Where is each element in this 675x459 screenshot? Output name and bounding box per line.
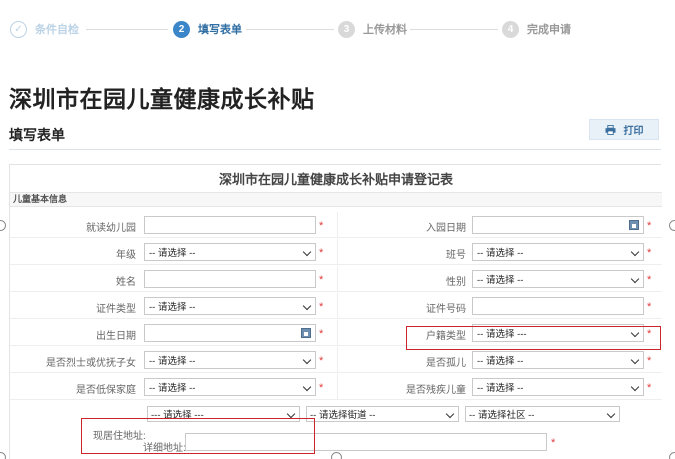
- printer-icon: [605, 124, 615, 135]
- step-2-number: 2: [173, 20, 190, 38]
- form-row: 就读幼儿园 * 入园日期 *: [10, 212, 662, 238]
- step-3-label: 上传材料: [363, 24, 407, 36]
- name-label: 姓名: [116, 277, 136, 288]
- required-mark: *: [319, 220, 324, 232]
- class-number-select[interactable]: -- 请选择 --: [472, 243, 644, 261]
- form-row: 年级 -- 请选择 -- * 班号 -- 请选择 -- *: [10, 239, 662, 265]
- resize-handle[interactable]: [331, 452, 342, 459]
- resize-handle[interactable]: [669, 220, 675, 231]
- form-row: 是否烈士或优抚子女 -- 请选择 -- * 是否孤儿 -- 请选择 -- *: [10, 347, 662, 373]
- section-title: 填写表单: [9, 128, 65, 144]
- enrollment-date-label: 入园日期: [426, 223, 466, 234]
- column-divider: [337, 239, 338, 265]
- required-mark: *: [319, 301, 324, 313]
- form-row: 是否低保家庭 -- 请选择 -- * 是否残疾儿童 -- 请选择 -- *: [10, 374, 662, 400]
- required-mark: *: [647, 274, 652, 286]
- registration-form: 深圳市在园儿童健康成长补贴申请登记表 儿童基本信息 就读幼儿园 * 入园日期 *…: [9, 164, 662, 459]
- step-3-number: 3: [338, 20, 355, 38]
- name-input[interactable]: [144, 270, 316, 288]
- disabled-child-label: 是否残疾儿童: [406, 385, 466, 396]
- community-select[interactable]: -- 请选择社区 --: [465, 406, 620, 422]
- low-income-select[interactable]: -- 请选择 --: [144, 378, 316, 396]
- column-divider: [337, 347, 338, 373]
- column-divider: [337, 266, 338, 292]
- form-title: 深圳市在园儿童健康成长补贴申请登记表: [10, 165, 662, 192]
- highlight-household-type: [406, 326, 661, 350]
- required-mark: *: [319, 274, 324, 286]
- grade-select[interactable]: -- 请选择 --: [144, 243, 316, 261]
- martyr-child-select[interactable]: -- 请选择 --: [144, 351, 316, 369]
- required-mark: *: [319, 382, 324, 394]
- highlight-address: [81, 418, 315, 454]
- gender-label: 性别: [446, 277, 466, 288]
- step-1: ✓ 条件自检: [10, 19, 79, 39]
- step-connector: [246, 29, 334, 30]
- kindergarten-label: 就读幼儿园: [86, 223, 136, 234]
- grade-label: 年级: [116, 250, 136, 261]
- column-divider: [337, 374, 338, 400]
- orphan-select[interactable]: -- 请选择 --: [472, 351, 644, 369]
- step-4-label: 完成申请: [527, 24, 571, 36]
- form-row: 姓名 * 性别 -- 请选择 -- *: [10, 266, 662, 292]
- resize-handle[interactable]: [669, 452, 675, 459]
- street-select[interactable]: -- 请选择街道 --: [306, 406, 459, 422]
- id-type-select[interactable]: -- 请选择 --: [144, 297, 316, 315]
- resize-handle[interactable]: [0, 452, 6, 459]
- form-row: 证件类型 -- 请选择 -- * 证件号码 *: [10, 293, 662, 319]
- step-progress-bar: ✓ 条件自检 2 填写表单 3 上传材料 4 完成申请: [0, 0, 675, 58]
- id-type-label: 证件类型: [96, 304, 136, 315]
- required-mark: *: [647, 355, 652, 367]
- step-3: 3 上传材料: [338, 19, 407, 39]
- column-divider: [337, 293, 338, 319]
- id-number-label: 证件号码: [426, 304, 466, 315]
- resize-handle[interactable]: [0, 220, 6, 231]
- column-divider: [337, 212, 338, 238]
- print-button[interactable]: 打印: [589, 119, 659, 140]
- martyr-child-label: 是否烈士或优抚子女: [46, 358, 136, 369]
- birth-date-input[interactable]: [144, 324, 316, 342]
- required-mark: *: [647, 382, 652, 394]
- required-mark: *: [647, 301, 652, 313]
- required-mark: *: [647, 247, 652, 259]
- kindergarten-input[interactable]: [144, 216, 316, 234]
- required-mark: *: [319, 247, 324, 259]
- required-mark: *: [647, 220, 652, 232]
- group-header-child-info: 儿童基本信息: [10, 192, 662, 207]
- step-connector: [410, 29, 498, 30]
- step-connector: [86, 29, 168, 30]
- required-mark: *: [551, 437, 556, 449]
- step-4-number: 4: [502, 20, 519, 38]
- divider: [9, 149, 661, 150]
- step-2: 2 填写表单: [173, 19, 242, 39]
- orphan-label: 是否孤儿: [426, 358, 466, 369]
- required-mark: *: [319, 355, 324, 367]
- gender-select[interactable]: -- 请选择 --: [472, 270, 644, 288]
- enrollment-date-input[interactable]: [472, 216, 644, 234]
- id-number-input[interactable]: [472, 297, 644, 315]
- low-income-label: 是否低保家庭: [76, 385, 136, 396]
- calendar-icon[interactable]: [629, 220, 639, 230]
- step-4: 4 完成申请: [502, 19, 571, 39]
- required-mark: *: [319, 328, 324, 340]
- birth-date-label: 出生日期: [96, 331, 136, 342]
- column-divider: [337, 320, 338, 346]
- page-title: 深圳市在园儿童健康成长补贴: [9, 87, 315, 113]
- step-1-check-icon: ✓: [10, 20, 27, 38]
- step-2-label: 填写表单: [198, 24, 242, 36]
- disabled-child-select[interactable]: -- 请选择 --: [472, 378, 644, 396]
- print-button-label: 打印: [623, 126, 644, 137]
- calendar-icon[interactable]: [301, 328, 311, 338]
- step-1-label: 条件自检: [35, 24, 79, 36]
- class-number-label: 班号: [446, 250, 466, 261]
